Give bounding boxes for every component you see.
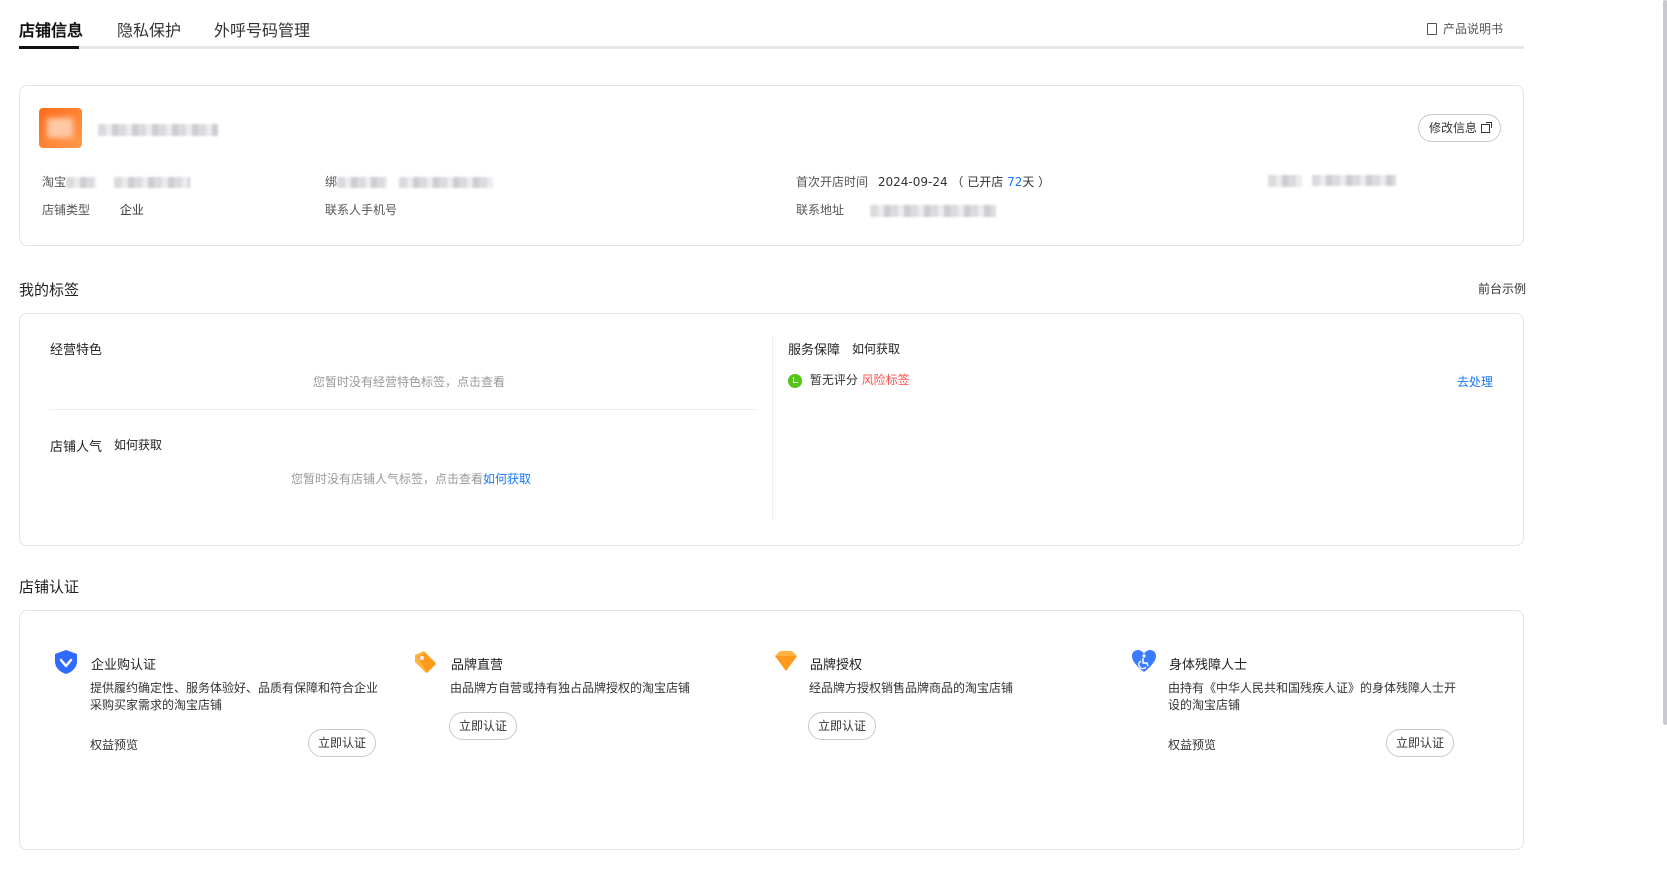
extra-value-redacted (1311, 175, 1396, 186)
cert-title-brand-authorized: 品牌授权 (810, 658, 863, 673)
cert-title-enterprise: 企业购认证 (91, 658, 157, 673)
bind-value-redacted (398, 177, 493, 188)
cert-desc-brand-direct: 由品牌方自营或持有独占品牌授权的淘宝店铺 (450, 681, 691, 695)
certify-button-disability[interactable]: 立即认证 (1386, 729, 1455, 757)
taobao-id-row: 淘宝 (42, 173, 190, 190)
risk-tag[interactable]: 风险标签 (862, 373, 910, 387)
rights-preview-disability[interactable]: 权益预览 (1168, 736, 1216, 753)
first-open-label: 首次开店时间 (796, 175, 869, 189)
page-scrollbar[interactable] (1663, 0, 1667, 725)
certification-title: 店铺认证 (19, 578, 80, 596)
certification-card: 企业购认证 提供履约确定性、服务体验好、品质有保障和符合企业采购买家需求的淘宝店… (19, 610, 1524, 850)
cert-desc-enterprise: 提供履约确定性、服务体验好、品质有保障和符合企业采购买家需求的淘宝店铺 (90, 681, 379, 712)
extra-label-redacted (1268, 174, 1302, 187)
edit-info-label: 修改信息 (1428, 121, 1477, 135)
popularity-empty-link[interactable]: 如何获取 (483, 472, 531, 486)
external-link-icon (1481, 121, 1492, 133)
open-days: 72 (1007, 175, 1023, 189)
contact-address-label: 联系地址 (796, 203, 845, 217)
cert-title-disability: 身体残障人士 (1169, 658, 1248, 673)
extra-info-row (1268, 173, 1396, 187)
shop-name-redacted (98, 124, 218, 136)
open-prefix: （ 已开店 (951, 175, 1008, 189)
certify-button-brand-direct[interactable]: 立即认证 (449, 712, 518, 740)
shop-logo (39, 108, 82, 148)
clock-check-icon (788, 373, 802, 388)
handle-link[interactable]: 去处理 (1457, 373, 1493, 390)
first-open-date: 2024-09-24 (877, 175, 948, 189)
divider-horizontal (49, 409, 757, 410)
contact-address-redacted (869, 204, 996, 217)
bind-row: 绑 (325, 173, 493, 190)
popularity-empty-row: 您暂时没有店铺人气标签，点击查看如何获取 (291, 470, 531, 487)
product-manual-label: 产品说明书 (1442, 22, 1503, 36)
accessibility-heart-icon (1132, 650, 1156, 672)
service-title: 服务保障 (788, 343, 841, 358)
taobao-label-redacted (66, 177, 97, 188)
rating-row: 暂无评分 风险标签 (788, 371, 910, 388)
features-empty-text[interactable]: 您暂时没有经营特色标签，点击查看 (313, 373, 505, 390)
divider-vertical (772, 336, 773, 521)
tab-shop-info[interactable]: 店铺信息 (19, 17, 83, 41)
shop-type-value: 企业 (119, 203, 144, 217)
popularity-title: 店铺人气 (50, 440, 103, 455)
taobao-label: 淘宝 (42, 175, 67, 189)
tab-active-indicator (19, 46, 79, 49)
shop-info-card: 修改信息 淘宝 绑 首次开店时间 2024-09-24 （ 已开店 72天 ） … (19, 85, 1524, 246)
product-manual-link[interactable]: 产品说明书 (1426, 20, 1503, 37)
certify-button-brand-authorized[interactable]: 立即认证 (808, 712, 877, 740)
tab-outbound-numbers[interactable]: 外呼号码管理 (214, 17, 310, 41)
tag-icon (415, 651, 436, 673)
shield-check-icon (55, 650, 77, 674)
top-tabs: 店铺信息 隐私保护 外呼号码管理 (19, 0, 1524, 50)
contact-phone-label: 联系人手机号 (325, 203, 398, 217)
first-open-row: 首次开店时间 2024-09-24 （ 已开店 72天 ） (796, 173, 1050, 190)
book-icon (1426, 22, 1437, 35)
contact-address-row: 联系地址 (796, 201, 996, 218)
certify-button-enterprise[interactable]: 立即认证 (308, 729, 377, 757)
cert-desc-brand-authorized: 经品牌方授权销售品牌商品的淘宝店铺 (809, 681, 1014, 695)
no-rating-text: 暂无评分 (809, 373, 858, 387)
tab-track (19, 46, 1524, 49)
popularity-how-to-get-link[interactable]: 如何获取 (114, 436, 162, 453)
popularity-empty-text[interactable]: 您暂时没有店铺人气标签，点击查看 (291, 472, 483, 486)
tab-privacy[interactable]: 隐私保护 (117, 17, 181, 41)
open-suffix: 天 ） (1022, 175, 1051, 189)
cert-desc-disability: 由持有《中华人民共和国残疾人证》的身体残障人士开设的淘宝店铺 (1168, 681, 1457, 712)
service-how-to-get-link[interactable]: 如何获取 (852, 340, 900, 357)
cert-title-brand-direct: 品牌直营 (451, 658, 504, 673)
features-title: 经营特色 (50, 343, 103, 358)
my-tags-title: 我的标签 (19, 281, 80, 299)
shop-type-label: 店铺类型 (42, 203, 91, 217)
rights-preview-enterprise[interactable]: 权益预览 (90, 736, 138, 753)
frontend-preview-link[interactable]: 前台示例 (1478, 280, 1526, 297)
contact-phone-row: 联系人手机号 (325, 201, 397, 218)
bind-label-redacted (337, 177, 388, 188)
taobao-value-redacted (113, 177, 190, 188)
bind-label: 绑 (325, 175, 338, 189)
tags-card: 经营特色 您暂时没有经营特色标签，点击查看 店铺人气 如何获取 您暂时没有店铺人… (19, 313, 1524, 546)
edit-info-button[interactable]: 修改信息 (1417, 114, 1501, 142)
shop-type-row: 店铺类型 企业 (42, 201, 144, 218)
diamond-icon (775, 651, 797, 671)
